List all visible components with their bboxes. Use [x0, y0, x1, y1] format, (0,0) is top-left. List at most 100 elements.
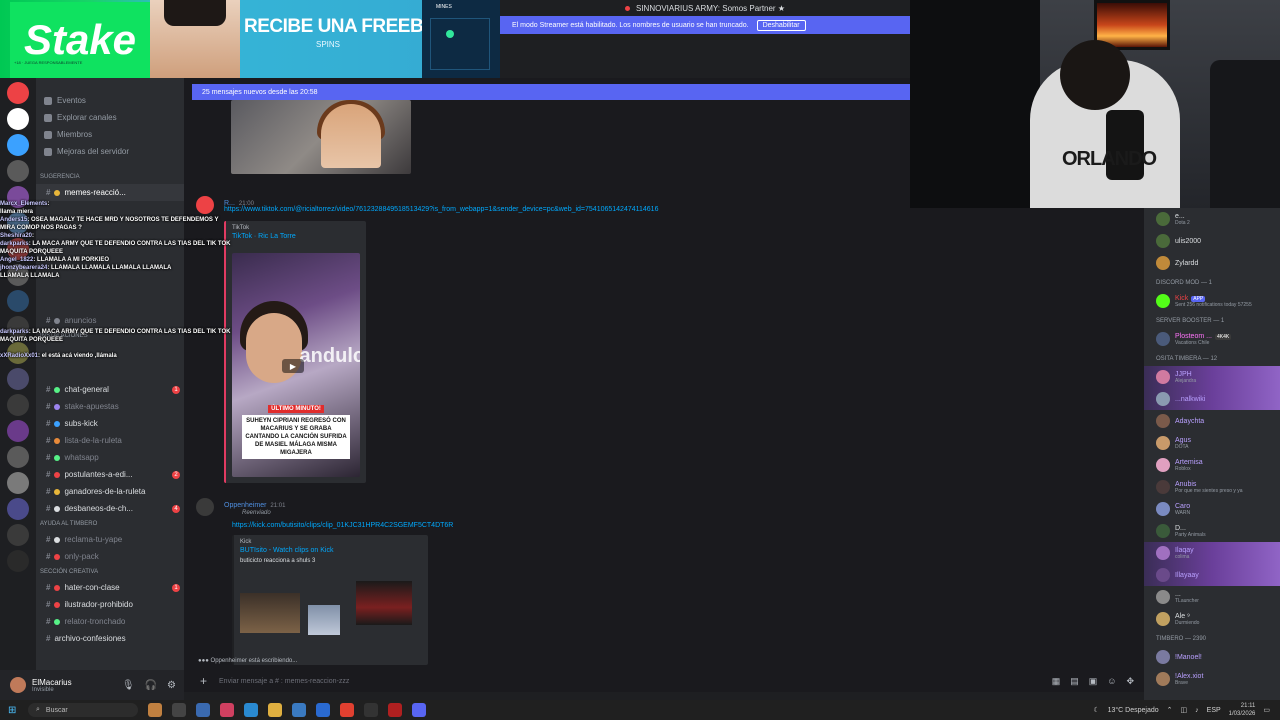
network-icon[interactable]: ◫: [1181, 706, 1188, 714]
tiktok-video[interactable]: andulc ▶ ÚLTIMO MINUTO! SUHEYN CIPRIANI …: [232, 253, 360, 477]
taskbar-search[interactable]: ⌕ Buscar: [28, 703, 138, 717]
member-row[interactable]: Anubis Por que me sientes preso y ya: [1144, 476, 1280, 498]
microphone-icon[interactable]: 🎙: [122, 680, 135, 691]
channel-stake-apuestas[interactable]: # stake-apuestas: [36, 398, 184, 415]
sidebar-item-events[interactable]: Eventos: [36, 92, 184, 109]
channel-subs-kick[interactable]: # subs-kick: [36, 415, 184, 432]
sticker-icon[interactable]: ▣: [1089, 676, 1098, 687]
app-icon[interactable]: [388, 703, 402, 717]
volume-icon[interactable]: ♪: [1195, 707, 1199, 714]
folder-icon[interactable]: [268, 703, 282, 717]
server-icon[interactable]: [7, 108, 29, 130]
embed-title[interactable]: TikTok · Ric La Torre: [232, 233, 360, 240]
channel-lista-ruleta[interactable]: # lista-de-la-ruleta: [36, 432, 184, 449]
add-attachment-icon[interactable]: +: [200, 674, 207, 688]
sidebar-item-boosts[interactable]: Mejoras del servidor: [36, 143, 184, 160]
member-row[interactable]: !Manoel!: [1144, 646, 1280, 668]
weather-icon[interactable]: ☾: [1093, 706, 1099, 714]
tiktok-link[interactable]: https://www.tiktok.com/@ricialtorrez/vid…: [224, 206, 658, 213]
channel-ganadores[interactable]: # ganadores-de-la-ruleta: [36, 483, 184, 500]
member-row[interactable]: Ale ⁹ Durmiendo: [1144, 608, 1280, 630]
composer-placeholder[interactable]: Enviar mensaje a # : memes-reaccion-zzz: [219, 678, 349, 685]
avatar[interactable]: [10, 677, 26, 693]
member-row[interactable]: ... TLauncher: [1144, 586, 1280, 608]
channel-ilustrador[interactable]: # ilustrador-prohibido: [36, 596, 184, 613]
app-icon[interactable]: [148, 703, 162, 717]
emoji-icon[interactable]: ☺: [1107, 676, 1116, 687]
channel-postulantes[interactable]: # postulantes-a-edi... 2: [36, 466, 184, 483]
app-icon[interactable]: [196, 703, 210, 717]
server-icon[interactable]: [7, 524, 29, 546]
channel-whatsapp[interactable]: # whatsapp: [36, 449, 184, 466]
sidebar-item-browse-channels[interactable]: Explorar canales: [36, 109, 184, 126]
avatar[interactable]: [196, 498, 214, 516]
discord-icon[interactable]: [412, 703, 426, 717]
previous-video-thumbnail[interactable]: [231, 100, 411, 174]
gif-icon[interactable]: ▤: [1070, 676, 1079, 687]
tray-chevron-icon[interactable]: ⌃: [1167, 706, 1173, 714]
member-row[interactable]: e... Dota 2: [1144, 208, 1280, 230]
member-row[interactable]: ...nalkwiki: [1144, 388, 1280, 410]
channel-desbaneos[interactable]: # desbaneos-de-ch... 4: [36, 500, 184, 517]
server-icon[interactable]: [7, 550, 29, 572]
play-icon[interactable]: ▶: [282, 359, 304, 373]
member-row[interactable]: Adaychta: [1144, 410, 1280, 432]
member-row[interactable]: Illayaay: [1144, 564, 1280, 586]
notification-icon[interactable]: ▭: [1263, 706, 1270, 714]
windows-start-icon[interactable]: ⊞: [8, 704, 20, 716]
channel-memes[interactable]: # memes-reacció...: [36, 184, 184, 201]
member-row[interactable]: Ilaqay colima: [1144, 542, 1280, 564]
category-ayuda[interactable]: AYUDA AL TIMBERO: [36, 517, 184, 531]
stake-ad-banner[interactable]: Stake +18 · JUEGA RESPONSABLEMENTE RECIB…: [0, 0, 500, 78]
language-indicator[interactable]: ESP: [1207, 707, 1221, 714]
embed-title[interactable]: BUTIsito - Watch clips on Kick: [240, 547, 422, 554]
member-row[interactable]: Agus DOTA: [1144, 432, 1280, 454]
app-icon[interactable]: [364, 703, 378, 717]
channel-reclama-yape[interactable]: # reclama-tu-yape: [36, 531, 184, 548]
headphones-icon[interactable]: 🎧: [145, 680, 157, 691]
clip-thumbnail[interactable]: [240, 593, 300, 633]
member-row[interactable]: Zylardd: [1144, 252, 1280, 274]
disable-streamer-button[interactable]: Deshabilitar: [756, 19, 806, 31]
clock[interactable]: 21:11 1/03/2026: [1229, 702, 1256, 718]
store-icon[interactable]: [292, 703, 306, 717]
server-icon[interactable]: [7, 134, 29, 156]
app-icon[interactable]: [220, 703, 234, 717]
member-row[interactable]: Caro WARN: [1144, 498, 1280, 520]
clip-thumbnail[interactable]: [356, 581, 412, 625]
channel-only-pack[interactable]: # only-pack: [36, 548, 184, 565]
member-row[interactable]: Artemisa Roblox: [1144, 454, 1280, 476]
unread-badge: 1: [172, 583, 180, 592]
new-messages-bar[interactable]: 25 mensajes nuevos desde las 20:58: [192, 84, 910, 100]
server-icon[interactable]: [7, 160, 29, 182]
kick-icon: [1156, 294, 1170, 308]
member-row[interactable]: JJPH Alejandra: [1144, 366, 1280, 388]
server-icon[interactable]: [7, 82, 29, 104]
member-row[interactable]: Kick APP Sent 256 notifications today 5725…: [1144, 290, 1280, 312]
member-row[interactable]: Plosteom ... 4K4K Vacations Chile: [1144, 328, 1280, 350]
sidebar-item-members[interactable]: Miembros: [36, 126, 184, 143]
server-icon[interactable]: [7, 472, 29, 494]
kick-link[interactable]: https://kick.com/butisito/clips/clip_01K…: [232, 522, 453, 529]
clip-thumbnail[interactable]: [308, 605, 340, 635]
member-row[interactable]: D... Party Animals: [1144, 520, 1280, 542]
chrome-icon[interactable]: [340, 703, 354, 717]
server-icon[interactable]: [7, 446, 29, 468]
message-composer[interactable]: + Enviar mensaje a # : memes-reaccion-zz…: [184, 670, 1144, 692]
gear-icon[interactable]: ⚙: [167, 680, 176, 691]
member-row[interactable]: ulis2000: [1144, 230, 1280, 252]
task-view-icon[interactable]: [172, 703, 186, 717]
channel-hater-con-clase[interactable]: # hater-con-clase 1: [36, 579, 184, 596]
gift-icon[interactable]: ▦: [1052, 676, 1061, 687]
server-icon[interactable]: [7, 498, 29, 520]
message-author[interactable]: Oppenheimer: [224, 502, 266, 509]
channel-relator[interactable]: # relator-tronchado: [36, 613, 184, 630]
app-icon[interactable]: [316, 703, 330, 717]
weather-text[interactable]: 13°C Despejado: [1108, 707, 1159, 714]
apps-icon[interactable]: ✥: [1126, 676, 1134, 687]
server-icon[interactable]: [7, 420, 29, 442]
edge-icon[interactable]: [244, 703, 258, 717]
channel-archivo[interactable]: # archivo-confesiones: [36, 630, 184, 647]
member-row[interactable]: !Alex.xiot Brave: [1144, 668, 1280, 690]
category-creativa[interactable]: SECCIÓN CREATIVA: [36, 565, 184, 579]
